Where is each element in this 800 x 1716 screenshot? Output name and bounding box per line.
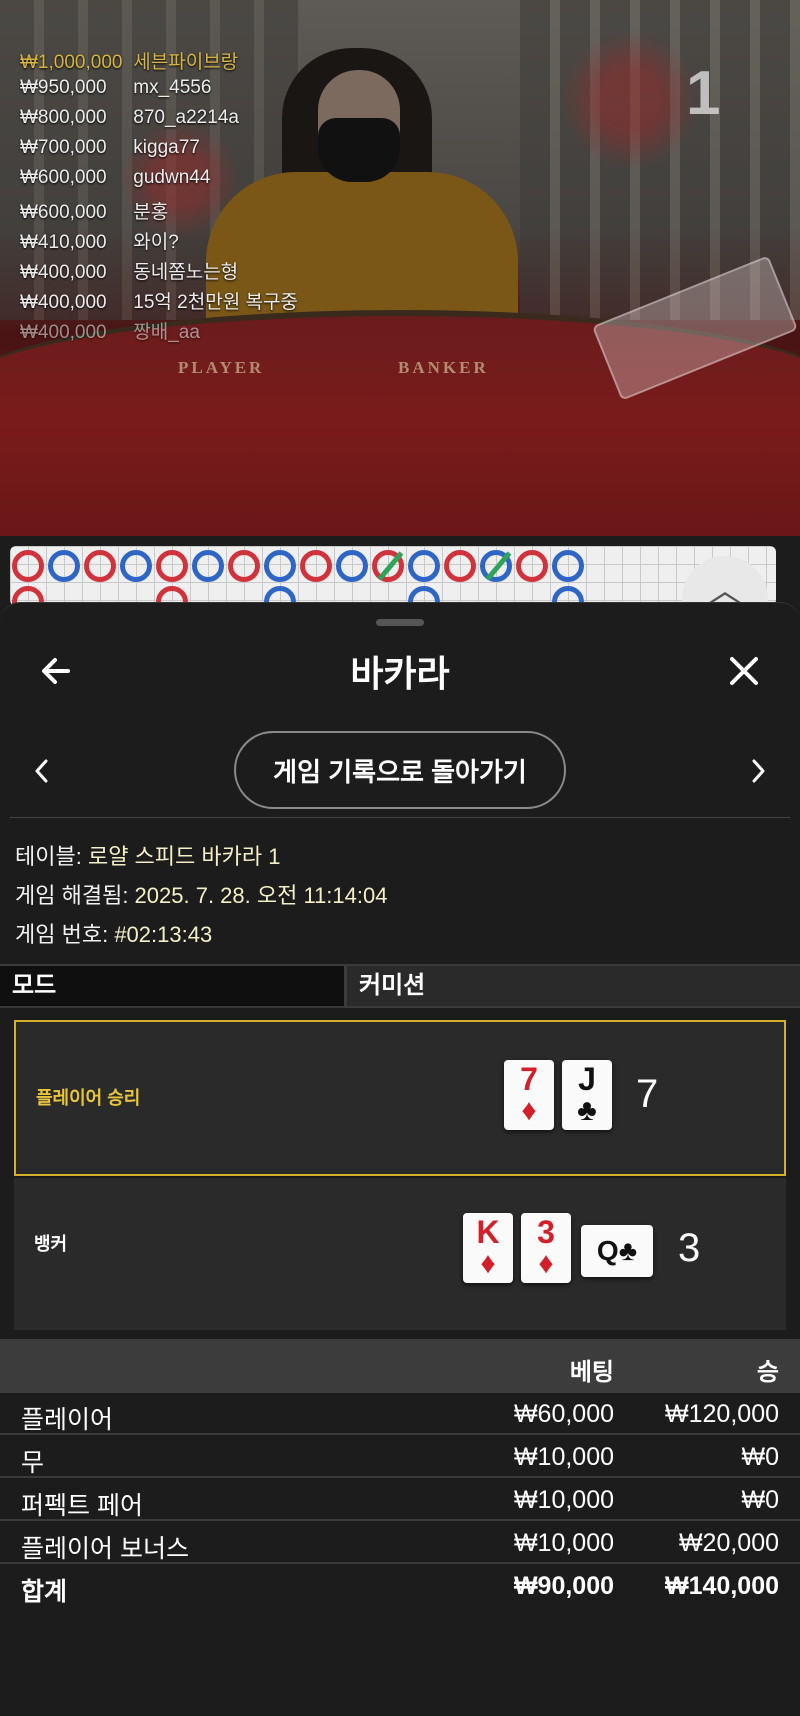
bead-banker [12, 550, 44, 582]
leaderboard-row: ₩410,000 와이? [20, 232, 179, 253]
leaderboard-row: ₩600,000 gudwn44 [20, 167, 211, 188]
bead-player [192, 550, 224, 582]
game-history-sheet: 바카라 게임 기록으로 돌아가기 테이블: 로얄 스피드 바카라 1 게임 해결… [0, 602, 800, 1716]
leaderboard-row: ₩400,000 짱배_aa [20, 322, 200, 343]
bead-player [408, 550, 440, 582]
close-button[interactable] [720, 647, 768, 695]
bet-name: 플레이어 [21, 1406, 114, 1434]
dealer-mask [318, 118, 400, 182]
win-column-header: 승 [756, 1359, 779, 1386]
bead-player-tie [480, 550, 512, 582]
leaderboard-row: ₩600,000 분홍 [20, 202, 169, 223]
win-amount: ₩120,000 [665, 1400, 779, 1428]
round-number: 1 [686, 59, 721, 128]
mode-row: 모드 커미션 [0, 964, 800, 1008]
previous-game-button[interactable] [24, 749, 60, 793]
table-info-value: 로얄 스피드 바카라 1 [87, 844, 281, 869]
win-amount: ₩0 [741, 1443, 780, 1471]
diamond-suit-icon: ♦ [521, 1094, 537, 1127]
resolved-info-label: 게임 해결됨: [15, 883, 135, 908]
bet-name: 퍼펙트 페어 [21, 1492, 143, 1520]
bead-player [336, 550, 368, 582]
diamond-suit-icon: ♦ [480, 1247, 496, 1280]
playing-card: J ♣ [562, 1060, 612, 1130]
divider [10, 817, 790, 818]
table-info: 테이블: 로얄 스피드 바카라 1 [15, 839, 280, 871]
bead-banker-tie [372, 550, 404, 582]
blossom-decor [560, 30, 700, 170]
playing-card-sideways: Q♣ [581, 1225, 653, 1277]
playing-card: 3 ♦ [521, 1213, 571, 1283]
bead-banker [516, 550, 548, 582]
bead-player [120, 550, 152, 582]
game-number-label: 게임 번호: [15, 922, 115, 947]
bead-player [552, 550, 584, 582]
table-info-label: 테이블: [15, 844, 88, 869]
leaderboard-row: ₩400,000 15억 2천만원 복구중 [20, 292, 298, 313]
close-icon [730, 657, 758, 685]
total-win: ₩140,000 [665, 1572, 779, 1600]
mode-label: 모드 [0, 966, 344, 1006]
live-video: PLAYER BANKER 1 ₩1,000,000 세븐파이브랑 ₩950,0… [0, 0, 800, 536]
bet-name: 무 [21, 1449, 45, 1477]
win-amount: ₩20,000 [678, 1529, 779, 1557]
leaderboard-row: ₩700,000 kigga77 [20, 137, 200, 158]
table-row: 플레이어 보너스 ₩10,000 ₩20,000 [0, 1523, 800, 1564]
mode-value: 커미션 [344, 966, 800, 1006]
banker-hand-label: 뱅커 [34, 1234, 68, 1254]
road-map [10, 546, 776, 606]
game-number-value: #02:13:43 [114, 922, 213, 947]
bead-banker [444, 550, 476, 582]
leaderboard-row: ₩950,000 mx_4556 [20, 77, 212, 98]
bet-amount: ₩10,000 [513, 1486, 614, 1514]
win-amount: ₩0 [741, 1486, 780, 1514]
bet-name: 플레이어 보너스 [21, 1535, 189, 1563]
total-row: 합계 ₩90,000 ₩140,000 [0, 1566, 800, 1607]
table-row: 무 ₩10,000 ₩0 [0, 1437, 800, 1478]
leaderboard-row: ₩400,000 동네쫌노는형 [20, 262, 239, 283]
bet-amount: ₩60,000 [513, 1400, 614, 1428]
playing-card: K ♦ [463, 1213, 513, 1283]
table-row: 플레이어 ₩60,000 ₩120,000 [0, 1394, 800, 1435]
table-row: 퍼펙트 페어 ₩10,000 ₩0 [0, 1480, 800, 1521]
sheet-drag-handle[interactable] [376, 619, 424, 626]
diamond-suit-icon: ♦ [538, 1247, 554, 1280]
bead-player [264, 550, 296, 582]
bead-banker [156, 550, 188, 582]
bead-banker [300, 550, 332, 582]
bead-banker [228, 550, 260, 582]
leaderboard-row: ₩1,000,000 세븐파이브랑 [20, 52, 239, 73]
playing-card: 7 ♦ [504, 1060, 554, 1130]
table-label-player: PLAYER [178, 358, 265, 377]
bet-column-header: 베팅 [569, 1359, 614, 1386]
next-game-button[interactable] [740, 749, 776, 793]
resolved-info-value: 2025. 7. 28. 오전 11:14:04 [134, 883, 388, 908]
bets-table-header: 베팅 승 [0, 1339, 800, 1393]
club-suit-icon: ♣ [618, 1235, 638, 1266]
banker-hand-row: 뱅커 K ♦ 3 ♦ Q♣ 3 [14, 1178, 786, 1330]
table-label-banker: BANKER [398, 358, 489, 377]
game-number-info: 게임 번호: #02:13:43 [15, 917, 212, 949]
bet-amount: ₩10,000 [513, 1529, 614, 1557]
total-bet: ₩90,000 [513, 1572, 614, 1600]
winners-leaderboard: ₩1,000,000 세븐파이브랑 ₩950,000 mx_4556 ₩800,… [20, 47, 298, 347]
chevron-right-icon [752, 759, 765, 783]
leaderboard-row: ₩800,000 870_a2214a [20, 107, 239, 128]
player-hand-label: 플레이어 승리 [36, 1088, 141, 1108]
bead-player [48, 550, 80, 582]
bead-banker [84, 550, 116, 582]
resolved-info: 게임 해결됨: 2025. 7. 28. 오전 11:14:04 [15, 878, 387, 910]
club-suit-icon: ♣ [577, 1094, 597, 1127]
page-title: 바카라 [350, 653, 450, 694]
back-to-history-button[interactable]: 게임 기록으로 돌아가기 [234, 731, 566, 809]
bet-amount: ₩10,000 [513, 1443, 614, 1471]
player-hand-score: 7 [636, 1072, 659, 1116]
banker-hand-score: 3 [678, 1226, 701, 1270]
player-hand-row: 플레이어 승리 7 ♦ J ♣ 7 [14, 1020, 786, 1176]
total-label: 합계 [21, 1578, 68, 1606]
chevron-left-icon [35, 759, 48, 783]
